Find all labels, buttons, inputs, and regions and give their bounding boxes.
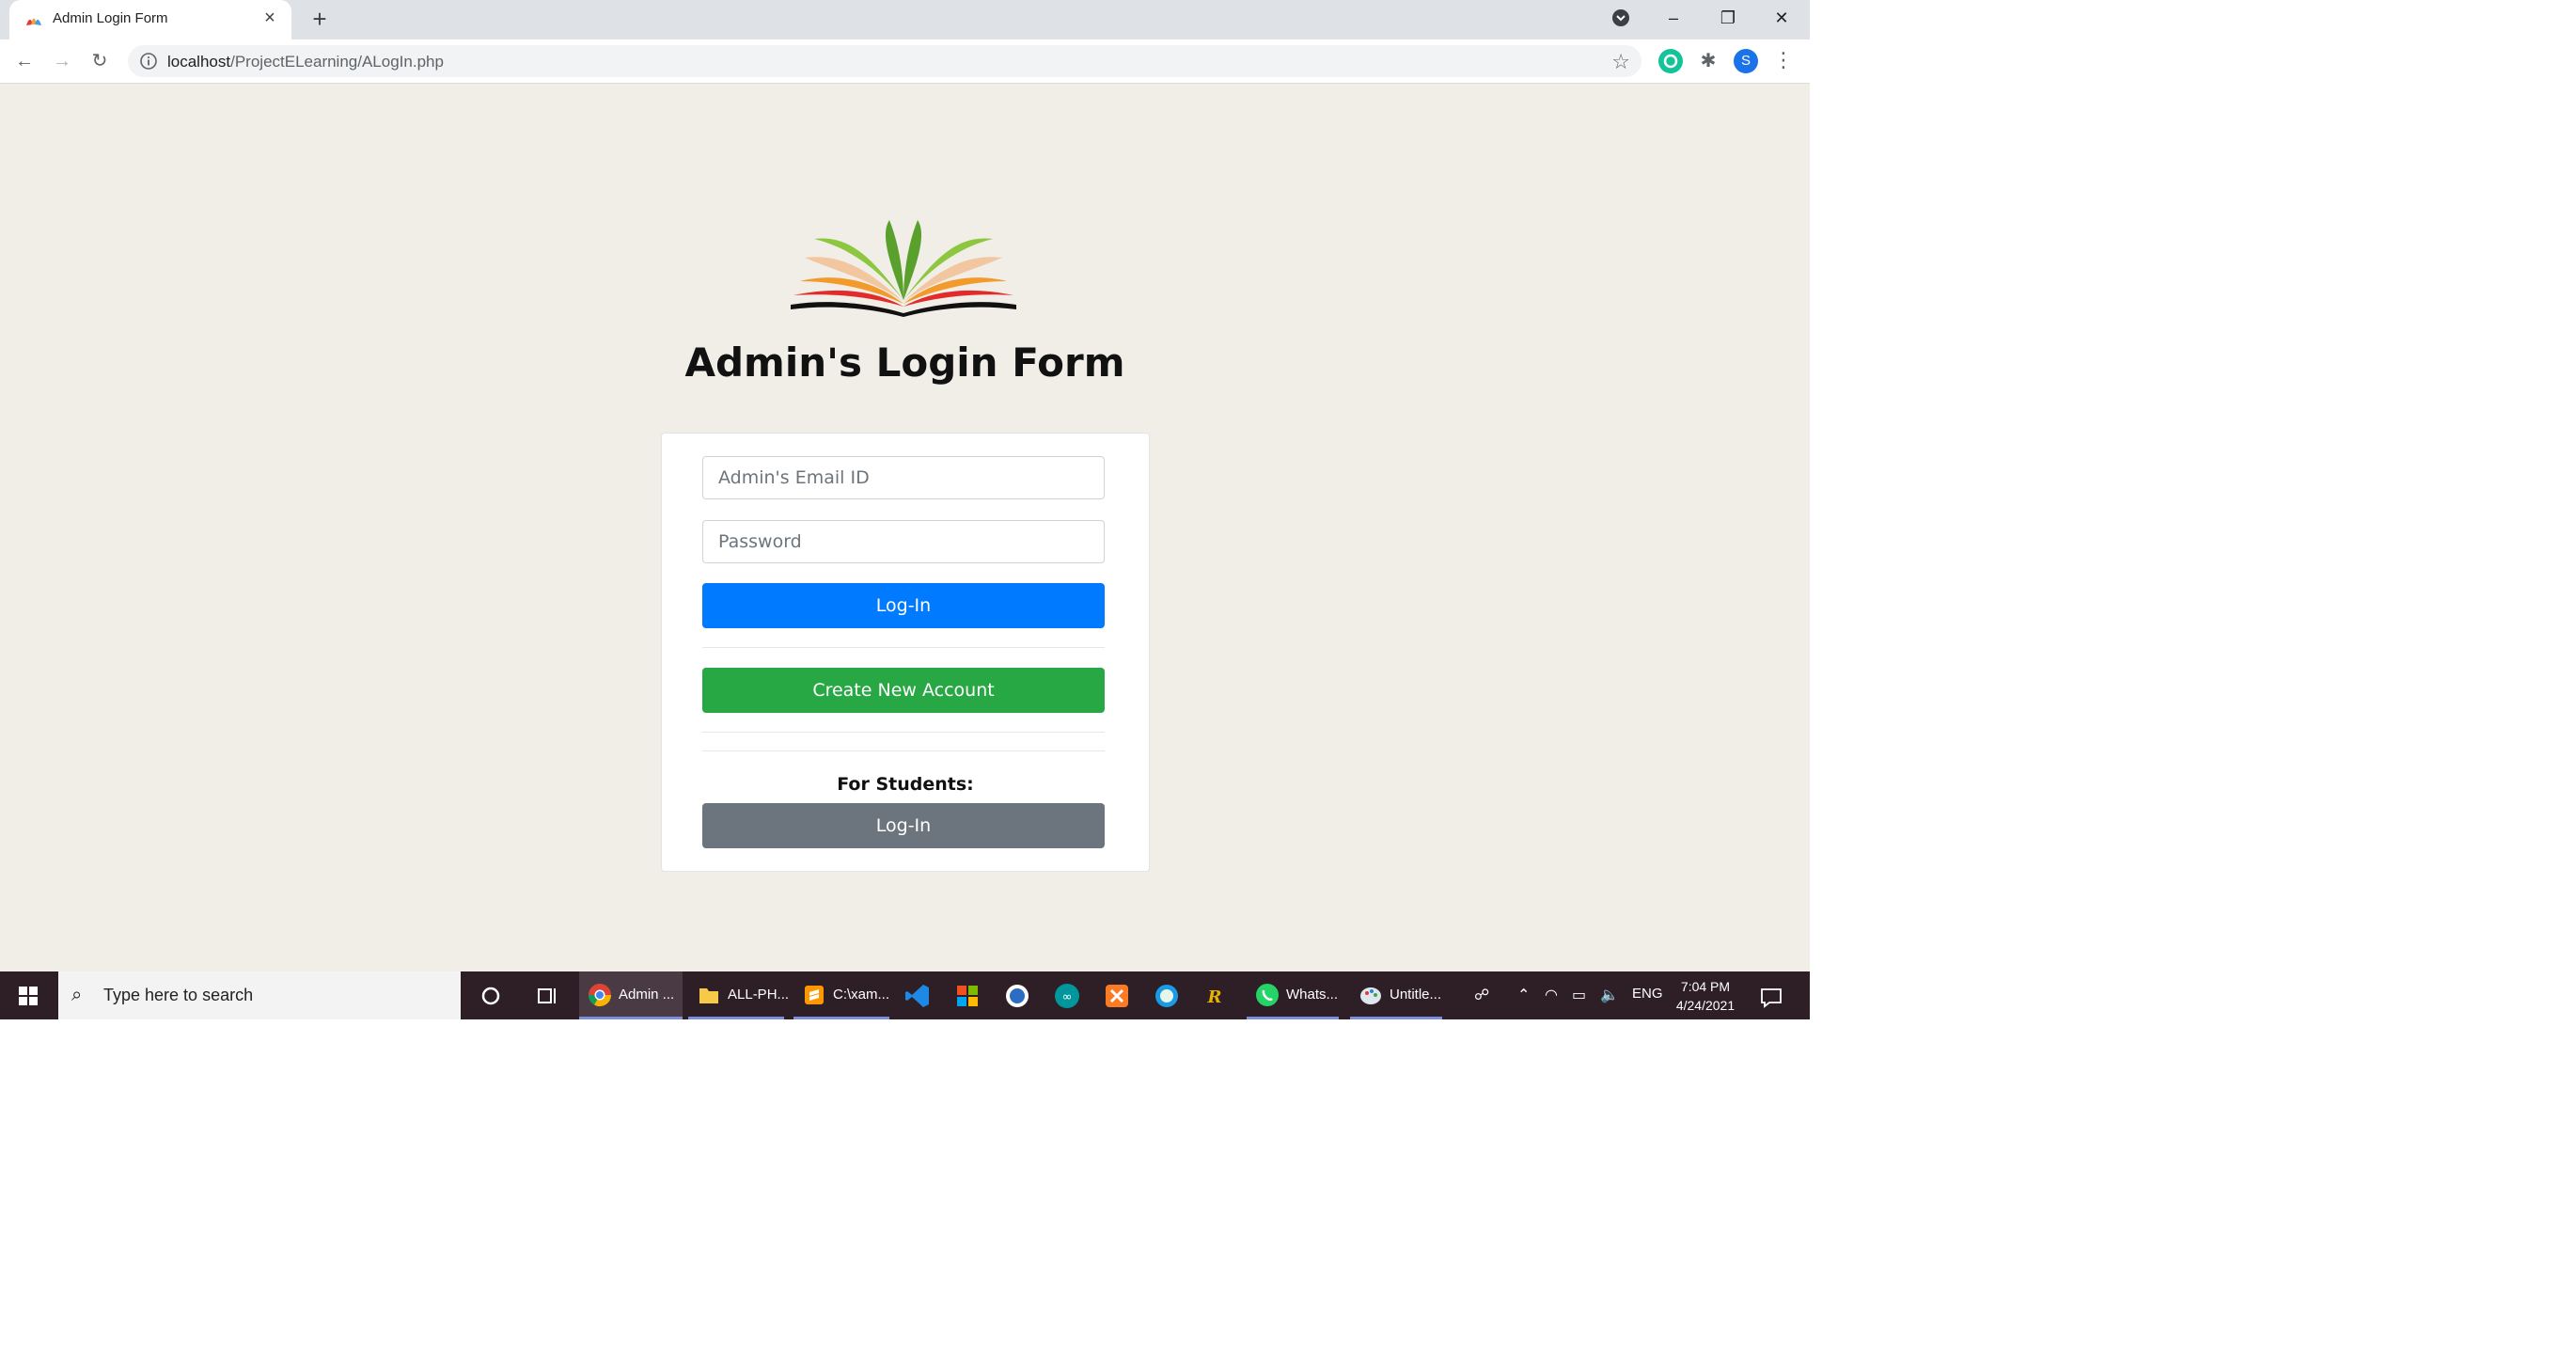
- taskbar-app-paint[interactable]: Untitle...: [1350, 971, 1442, 1019]
- store-apps-icon[interactable]: [952, 981, 982, 1011]
- reload-icon[interactable]: ↻: [86, 48, 113, 74]
- signal-app-icon[interactable]: [1002, 981, 1032, 1011]
- back-icon[interactable]: ←: [11, 48, 38, 74]
- forward-icon[interactable]: →: [49, 48, 75, 74]
- taskbar-app-label: Admin ...: [619, 987, 675, 1003]
- svg-text:∞: ∞: [1062, 990, 1073, 1004]
- taskbar: ⌕ Type here to search Admin ... ALL-PH..…: [0, 971, 1810, 1019]
- login-card: Log-In Create New Account For Students: …: [661, 433, 1150, 872]
- chevron-up-icon[interactable]: ⌃: [1517, 986, 1530, 1004]
- taskbar-app-label: ALL-PH...: [728, 987, 790, 1003]
- minimize-icon[interactable]: –: [1657, 4, 1690, 32]
- taskbar-app-label: C:\xam...: [833, 987, 890, 1003]
- password-field[interactable]: [702, 520, 1105, 563]
- whatsapp-icon: [1256, 984, 1279, 1006]
- clock-time: 7:04 PM: [1680, 979, 1731, 994]
- svg-text:R: R: [1207, 987, 1222, 1007]
- bookmark-star-icon[interactable]: ☆: [1611, 50, 1630, 74]
- book-favicon-icon: [26, 18, 41, 25]
- open-book-logo: [791, 220, 1016, 317]
- sublime-text-icon: [805, 986, 824, 1004]
- divider: [702, 647, 1105, 648]
- grammarly-icon[interactable]: [1658, 49, 1683, 73]
- close-window-icon[interactable]: ✕: [1765, 4, 1798, 32]
- active-indicator: [579, 1017, 683, 1019]
- rstudio-icon[interactable]: R: [1200, 981, 1230, 1011]
- chrome-icon: [589, 984, 611, 1007]
- new-tab-button[interactable]: +: [306, 6, 333, 32]
- cortana-icon[interactable]: [476, 981, 506, 1011]
- restore-icon[interactable]: ❐: [1711, 4, 1745, 32]
- clock-date: 4/24/2021: [1675, 998, 1736, 1013]
- page-title: Admin's Login Form: [684, 340, 1125, 386]
- tab-search-icon[interactable]: [1604, 4, 1638, 32]
- extensions-puzzle-icon[interactable]: ✱: [1696, 49, 1720, 73]
- language-indicator[interactable]: ENG: [1632, 986, 1663, 1002]
- people-icon[interactable]: ☍: [1474, 986, 1489, 1004]
- running-indicator: [688, 1017, 784, 1019]
- notifications-icon[interactable]: [1756, 982, 1786, 1012]
- taskbar-app-label: Whats...: [1286, 987, 1339, 1003]
- url-text: localhost/ProjectELearning/ALogIn.php: [167, 53, 444, 71]
- clock[interactable]: 7:04 PM 4/24/2021: [1670, 977, 1741, 1015]
- page-content: Admin's Login Form Log-In Create New Acc…: [0, 84, 1810, 971]
- screen: Admin Login Form × + – ❐ ✕ ← → ↻ localho…: [0, 0, 1810, 1019]
- browser-app-icon[interactable]: [1152, 981, 1182, 1011]
- wifi-icon[interactable]: ◠: [1545, 986, 1558, 1004]
- divider: [702, 750, 1105, 751]
- taskbar-search[interactable]: ⌕ Type here to search: [58, 971, 461, 1019]
- task-view-icon[interactable]: [532, 981, 562, 1011]
- running-indicator: [1350, 1017, 1442, 1019]
- taskbar-app-explorer[interactable]: ALL-PH...: [688, 971, 789, 1019]
- browser-tab[interactable]: Admin Login Form ×: [9, 0, 291, 39]
- battery-icon[interactable]: ▭: [1572, 986, 1586, 1004]
- login-button[interactable]: Log-In: [702, 583, 1105, 628]
- arduino-icon[interactable]: ∞: [1052, 981, 1082, 1011]
- taskbar-app-label: Untitle...: [1390, 987, 1442, 1003]
- tab-strip: Admin Login Form × + – ❐ ✕: [0, 0, 1810, 39]
- create-account-button[interactable]: Create New Account: [702, 668, 1105, 713]
- tab-title: Admin Login Form: [53, 10, 168, 26]
- info-icon: [140, 53, 157, 70]
- search-placeholder: Type here to search: [103, 986, 254, 1004]
- browser-toolbar: ← → ↻ localhost/ProjectELearning/ALogIn.…: [0, 39, 1810, 84]
- paint-icon: [1360, 987, 1381, 1004]
- running-indicator: [1247, 1017, 1339, 1019]
- students-heading: For Students:: [837, 774, 974, 795]
- file-explorer-icon: [699, 988, 718, 1003]
- vscode-icon[interactable]: [903, 981, 933, 1011]
- student-login-button[interactable]: Log-In: [702, 803, 1105, 848]
- profile-avatar[interactable]: S: [1734, 49, 1758, 73]
- close-tab-icon[interactable]: ×: [259, 8, 280, 28]
- email-field[interactable]: [702, 456, 1105, 499]
- divider: [702, 732, 1105, 733]
- windows-start-icon[interactable]: [0, 971, 56, 1019]
- taskbar-app-chrome[interactable]: Admin ...: [579, 971, 683, 1019]
- search-icon: ⌕: [71, 985, 83, 1005]
- volume-icon[interactable]: 🔈: [1600, 986, 1619, 1004]
- taskbar-app-whatsapp[interactable]: Whats...: [1247, 971, 1339, 1019]
- address-bar[interactable]: localhost/ProjectELearning/ALogIn.php ☆: [128, 45, 1641, 77]
- xampp-icon[interactable]: [1102, 981, 1132, 1011]
- taskbar-app-sublime[interactable]: C:\xam...: [793, 971, 889, 1019]
- kebab-menu-icon[interactable]: ⋮: [1771, 49, 1796, 73]
- running-indicator: [793, 1017, 889, 1019]
